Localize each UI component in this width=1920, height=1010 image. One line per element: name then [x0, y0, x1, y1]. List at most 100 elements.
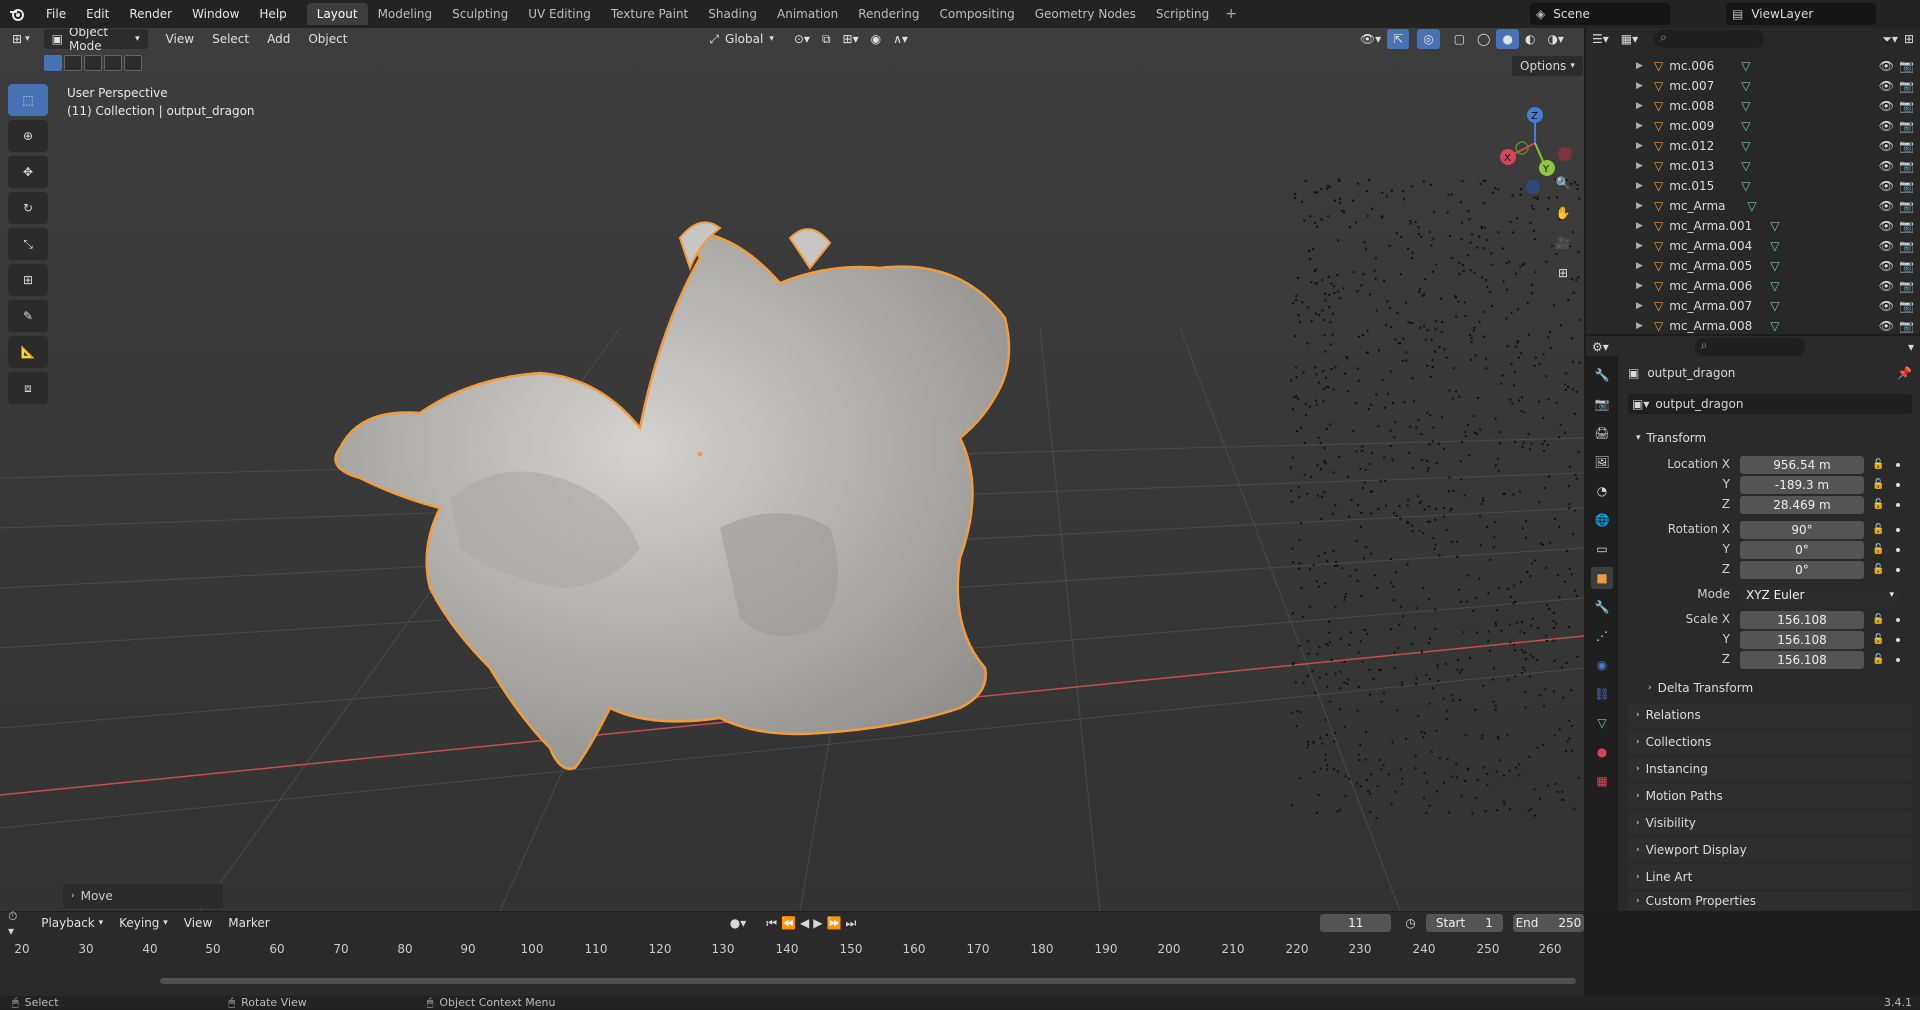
pivot-point-icon[interactable]: ⊙▾	[788, 29, 816, 49]
view-layer-selector[interactable]: ▤ ViewLayer	[1726, 3, 1876, 25]
motion-paths-header[interactable]: › Motion Paths	[1628, 784, 1912, 808]
pan-view-icon[interactable]: ✋	[1550, 200, 1576, 226]
eye-icon[interactable]: 👁	[1879, 99, 1894, 113]
menu-window[interactable]: Window	[182, 7, 249, 21]
menu-render[interactable]: Render	[119, 7, 182, 21]
eye-icon[interactable]: 👁	[1879, 279, 1894, 293]
menu-object[interactable]: Object	[302, 29, 353, 49]
tab-shading[interactable]: Shading	[698, 3, 767, 25]
lock-icon[interactable]: 🔓	[1872, 499, 1884, 510]
eye-icon[interactable]: 👁	[1879, 159, 1894, 173]
gizmo-toggle-icon[interactable]: ⇱	[1387, 29, 1410, 49]
lock-icon[interactable]: 🔓	[1872, 544, 1884, 555]
eye-icon[interactable]: 👁	[1879, 299, 1894, 313]
wireframe-shading-icon[interactable]: ◯	[1471, 29, 1496, 49]
location-z-field[interactable]: 28.469 m	[1740, 496, 1864, 514]
add-workspace-icon[interactable]: +	[1219, 6, 1243, 22]
collections-header[interactable]: › Collections	[1628, 730, 1912, 754]
expand-arrow-icon[interactable]: ▶	[1636, 281, 1650, 291]
datablock-field[interactable]: ▣▾ output_dragon	[1628, 394, 1912, 414]
expand-arrow-icon[interactable]: ▶	[1636, 241, 1650, 251]
output-tab-icon[interactable]: 🖨	[1591, 422, 1613, 444]
keyframe-dot[interactable]	[1896, 548, 1900, 552]
camera-icon[interactable]: 📷	[1899, 199, 1914, 213]
camera-icon[interactable]: 📷	[1899, 179, 1914, 193]
tab-scripting[interactable]: Scripting	[1146, 3, 1219, 25]
expand-arrow-icon[interactable]: ▶	[1636, 181, 1650, 191]
eye-icon[interactable]: 👁	[1879, 179, 1894, 193]
menu-keying[interactable]: Keying ▾	[113, 913, 174, 933]
keyframe-dot[interactable]	[1896, 618, 1900, 622]
list-item[interactable]: ▶ ▽ mc.012 ▽ 👁 📷	[1586, 136, 1920, 156]
properties-editor-icon[interactable]: ⚙▾	[1592, 340, 1609, 354]
location-y-field[interactable]: -189.3 m	[1740, 476, 1864, 494]
expand-arrow-icon[interactable]: ▶	[1636, 221, 1650, 231]
render-tab-icon[interactable]: 📷	[1591, 393, 1613, 415]
relations-header[interactable]: › Relations	[1628, 703, 1912, 727]
select-subtract-button[interactable]	[84, 55, 102, 71]
scene-tab-icon[interactable]: ◔	[1591, 480, 1613, 502]
eye-icon[interactable]: 👁	[1879, 119, 1894, 133]
list-item[interactable]: ▶ ▽ mc.013 ▽ 👁 📷	[1586, 156, 1920, 176]
lock-icon[interactable]: 🔓	[1872, 459, 1884, 470]
select-extend-button[interactable]	[64, 55, 82, 71]
camera-icon[interactable]: 📷	[1899, 219, 1914, 233]
jump-start-icon[interactable]: ⏮	[766, 916, 777, 931]
visibility-icon[interactable]: 👁▾	[1354, 29, 1387, 49]
jump-end-icon[interactable]: ⏭	[845, 916, 856, 931]
record-icon[interactable]: ●▾	[730, 916, 747, 930]
eye-icon[interactable]: 👁	[1879, 199, 1894, 213]
expand-arrow-icon[interactable]: ▶	[1636, 101, 1650, 111]
proportional-edit-icon[interactable]: ◉	[865, 29, 887, 49]
start-frame-field[interactable]: Start 1	[1425, 914, 1503, 932]
transform-panel-header[interactable]: ▾ Transform	[1628, 426, 1912, 450]
eye-icon[interactable]: 👁	[1879, 79, 1894, 93]
list-item[interactable]: ▶ ▽ mc.015 ▽ 👁 📷	[1586, 176, 1920, 196]
eye-icon[interactable]: 👁	[1879, 239, 1894, 253]
tab-texture-paint[interactable]: Texture Paint	[601, 3, 698, 25]
list-item[interactable]: ▶ ▽ mc_Arma.005 ▽ 👁 📷	[1586, 256, 1920, 276]
rotation-x-field[interactable]: 90°	[1740, 521, 1864, 539]
camera-icon[interactable]: 📷	[1899, 299, 1914, 313]
measure-tool-icon[interactable]: 📐	[8, 336, 48, 368]
tab-layout[interactable]: Layout	[306, 3, 368, 25]
lock-icon[interactable]: 🔓	[1872, 614, 1884, 625]
rendered-shading-icon[interactable]: ◑▾	[1541, 29, 1570, 49]
overlay-toggle-icon[interactable]: ◎	[1417, 29, 1440, 49]
camera-icon[interactable]: 📷	[1899, 279, 1914, 293]
constraints-tab-icon[interactable]: ⛓	[1591, 683, 1613, 705]
camera-icon[interactable]: 📷	[1899, 119, 1914, 133]
scale-x-field[interactable]: 156.108	[1740, 611, 1864, 629]
play-reverse-icon[interactable]: ◀	[800, 916, 809, 930]
keyframe-dot[interactable]	[1896, 638, 1900, 642]
snap-icon[interactable]: ⧉	[816, 29, 837, 49]
scale-y-field[interactable]: 156.108	[1740, 631, 1864, 649]
camera-icon[interactable]: 📷	[1899, 319, 1914, 333]
tab-uv-editing[interactable]: UV Editing	[518, 3, 601, 25]
material-shading-icon[interactable]: ◐	[1519, 29, 1541, 49]
select-box-tool-icon[interactable]: ⬚	[8, 84, 48, 116]
location-x-field[interactable]: 956.54 m	[1740, 456, 1864, 474]
move-tool-icon[interactable]: ✥	[8, 156, 48, 188]
menu-edit[interactable]: Edit	[76, 7, 119, 21]
list-item[interactable]: ▶ ▽ mc_Arma ▽ 👁 📷	[1586, 196, 1920, 216]
material-tab-icon[interactable]: ●	[1591, 741, 1613, 763]
rotation-y-field[interactable]: 0°	[1740, 541, 1864, 559]
delta-transform-header[interactable]: › Delta Transform	[1640, 676, 1912, 700]
tab-animation[interactable]: Animation	[767, 3, 848, 25]
particles-tab-icon[interactable]: ⋰	[1591, 625, 1613, 647]
modifier-tab-icon[interactable]: 🔧	[1591, 596, 1613, 618]
3d-viewport[interactable]: ⊞ ▾ ▣ Object Mode ▾ View Select Add Objec…	[0, 28, 1584, 911]
texture-tab-icon[interactable]: ▦	[1591, 770, 1613, 792]
end-frame-field[interactable]: End 250	[1512, 914, 1584, 932]
outliner-editor-icon[interactable]: ☰▾	[1592, 32, 1609, 46]
timeline-editor-icon[interactable]: ⏱▾	[8, 909, 23, 938]
keyframe-dot[interactable]	[1896, 658, 1900, 662]
custom-properties-header[interactable]: › Custom Properties	[1628, 892, 1912, 910]
pin-icon[interactable]: 📌	[1897, 366, 1912, 380]
rotation-mode-dropdown[interactable]: XYZ Euler ▾	[1740, 586, 1900, 604]
editor-type-button[interactable]: ⊞ ▾	[6, 29, 36, 49]
transform-orientation-dropdown[interactable]: ⤢ Global ▾	[703, 29, 779, 49]
camera-icon[interactable]: 📷	[1899, 79, 1914, 93]
camera-icon[interactable]: 📷	[1899, 159, 1914, 173]
